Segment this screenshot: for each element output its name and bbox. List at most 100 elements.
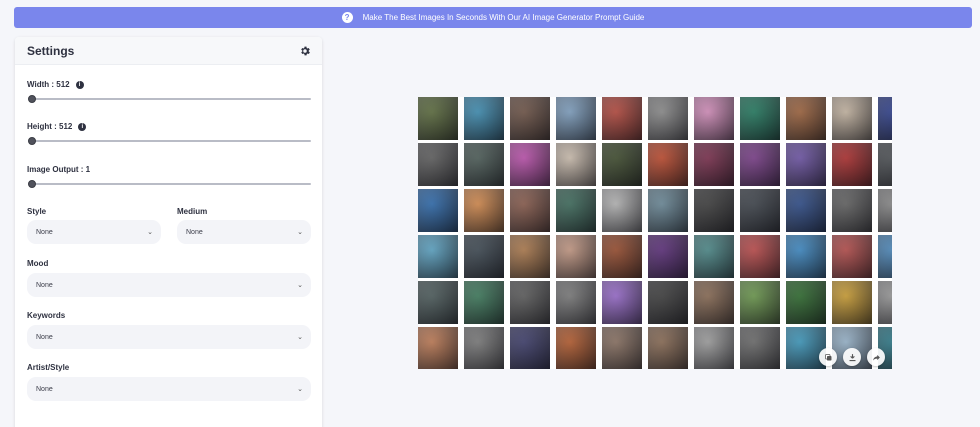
mood-select-value: None xyxy=(36,281,53,289)
gallery-image[interactable] xyxy=(878,235,892,278)
gallery-image[interactable] xyxy=(602,97,642,140)
slider-thumb[interactable] xyxy=(28,95,36,103)
gallery-image[interactable] xyxy=(464,327,504,369)
gallery-image[interactable] xyxy=(832,235,872,278)
gallery-image[interactable] xyxy=(832,281,872,324)
copy-button[interactable] xyxy=(819,348,837,366)
gallery-image[interactable] xyxy=(602,235,642,278)
gallery-image[interactable] xyxy=(740,97,780,140)
info-icon[interactable]: i xyxy=(78,122,87,131)
image-output-label: Image Output : 1 xyxy=(27,165,90,174)
settings-panel: Settings Width : 512 i Height : 512 i Im… xyxy=(15,37,322,427)
chevron-down-icon: ⌄ xyxy=(297,334,303,341)
gallery-image[interactable] xyxy=(464,281,504,324)
style-label: Style xyxy=(27,207,47,216)
gallery-image[interactable] xyxy=(648,97,688,140)
gallery-image[interactable] xyxy=(510,143,550,186)
gallery-image[interactable] xyxy=(418,235,458,278)
gallery-image[interactable] xyxy=(694,189,734,232)
gallery-image[interactable] xyxy=(418,189,458,232)
gallery-image[interactable] xyxy=(556,97,596,140)
slider-track xyxy=(28,183,311,185)
gallery-image[interactable] xyxy=(556,327,596,369)
gallery-image[interactable] xyxy=(786,189,826,232)
gallery-image[interactable] xyxy=(832,143,872,186)
image-output-slider[interactable] xyxy=(28,180,311,188)
gallery-image[interactable] xyxy=(556,189,596,232)
gallery-image[interactable] xyxy=(878,143,892,186)
gallery-image[interactable] xyxy=(786,143,826,186)
share-button[interactable] xyxy=(867,348,885,366)
download-button[interactable] xyxy=(843,348,861,366)
gallery-image[interactable] xyxy=(648,235,688,278)
gallery-image[interactable] xyxy=(418,97,458,140)
artist-style-select[interactable]: None ⌄ xyxy=(27,377,311,401)
gallery-image[interactable] xyxy=(878,281,892,324)
gallery-image[interactable] xyxy=(740,189,780,232)
gallery-image[interactable] xyxy=(694,143,734,186)
style-select[interactable]: None ⌄ xyxy=(27,220,161,244)
gallery-image[interactable] xyxy=(694,327,734,369)
gallery-image[interactable] xyxy=(740,235,780,278)
gallery-image[interactable] xyxy=(464,97,504,140)
width-slider[interactable] xyxy=(28,95,311,103)
gallery-image[interactable] xyxy=(740,327,780,369)
gallery-image[interactable] xyxy=(648,281,688,324)
keywords-label: Keywords xyxy=(27,311,66,320)
artist-style-label: Artist/Style xyxy=(27,363,70,372)
gallery-image[interactable] xyxy=(510,189,550,232)
gallery-image[interactable] xyxy=(464,235,504,278)
gallery-image[interactable] xyxy=(878,97,892,140)
banner-text: Make The Best Images In Seconds With Our… xyxy=(362,13,645,22)
chevron-down-icon: ⌄ xyxy=(297,229,303,236)
gallery-image[interactable] xyxy=(694,235,734,278)
gallery-image[interactable] xyxy=(786,281,826,324)
gallery-image[interactable] xyxy=(602,281,642,324)
gallery-image[interactable] xyxy=(878,189,892,232)
gallery-image[interactable] xyxy=(418,143,458,186)
style-select-value: None xyxy=(36,228,53,236)
gallery-image[interactable] xyxy=(510,327,550,369)
gallery-image[interactable] xyxy=(648,189,688,232)
gallery-image[interactable] xyxy=(556,143,596,186)
gallery-image[interactable] xyxy=(832,189,872,232)
gallery-image[interactable] xyxy=(602,189,642,232)
keywords-select[interactable]: None ⌄ xyxy=(27,325,311,349)
gallery-image[interactable] xyxy=(694,281,734,324)
mood-label: Mood xyxy=(27,259,49,268)
gallery-image[interactable] xyxy=(648,327,688,369)
copy-icon xyxy=(824,353,831,360)
share-icon xyxy=(872,354,880,360)
gallery-image[interactable] xyxy=(740,281,780,324)
gallery-image[interactable] xyxy=(786,235,826,278)
medium-select-value: None xyxy=(186,228,203,236)
gallery-image[interactable] xyxy=(418,327,458,369)
gallery-image[interactable] xyxy=(740,143,780,186)
gallery-image[interactable] xyxy=(510,235,550,278)
prompt-guide-banner[interactable]: ? Make The Best Images In Seconds With O… xyxy=(14,7,972,28)
mood-select[interactable]: None ⌄ xyxy=(27,273,311,297)
gallery-image[interactable] xyxy=(510,281,550,324)
info-icon[interactable]: i xyxy=(75,80,84,89)
gallery-image[interactable] xyxy=(786,327,826,369)
slider-thumb[interactable] xyxy=(28,137,36,145)
width-label: Width : 512 i xyxy=(27,80,84,89)
gallery-image[interactable] xyxy=(694,97,734,140)
gallery-image[interactable] xyxy=(464,143,504,186)
gallery-image[interactable] xyxy=(418,281,458,324)
gallery-image[interactable] xyxy=(464,189,504,232)
chevron-down-icon: ⌄ xyxy=(297,386,303,393)
gallery-image[interactable] xyxy=(832,97,872,140)
gallery-image[interactable] xyxy=(786,97,826,140)
gallery-image[interactable] xyxy=(556,235,596,278)
medium-select[interactable]: None ⌄ xyxy=(177,220,311,244)
gallery-image[interactable] xyxy=(648,143,688,186)
slider-thumb[interactable] xyxy=(28,180,36,188)
gallery-image[interactable] xyxy=(602,327,642,369)
keywords-select-value: None xyxy=(36,333,53,341)
gear-icon[interactable] xyxy=(299,45,311,57)
gallery-image[interactable] xyxy=(602,143,642,186)
gallery-image[interactable] xyxy=(510,97,550,140)
gallery-image[interactable] xyxy=(556,281,596,324)
height-slider[interactable] xyxy=(28,137,311,145)
